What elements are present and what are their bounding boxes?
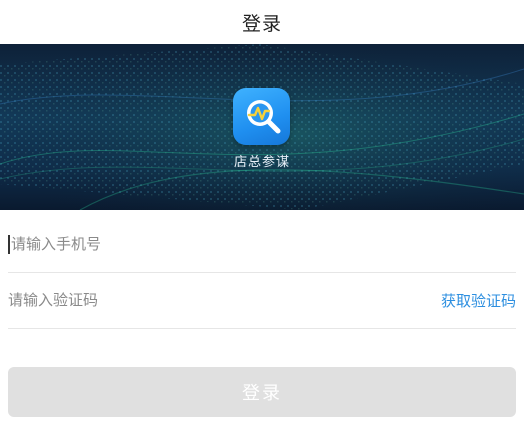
- nav-bar: 登录: [0, 0, 524, 44]
- page-title: 登录: [241, 12, 282, 35]
- login-button[interactable]: 登录: [8, 367, 516, 417]
- phone-input[interactable]: [11, 235, 516, 253]
- text-caret: [8, 234, 10, 254]
- login-page: 登录 店总参谋 请输入手机号 请输入验证码 获取验证码 登录: [0, 0, 524, 439]
- verification-code-field[interactable]: 获取验证码: [8, 272, 516, 329]
- app-logo-icon: [233, 88, 290, 145]
- app-name: 店总参谋: [233, 155, 290, 170]
- verification-code-input[interactable]: [8, 291, 441, 309]
- get-code-button[interactable]: 获取验证码: [441, 290, 516, 311]
- banner: 店总参谋: [0, 44, 524, 210]
- phone-field[interactable]: [8, 216, 516, 273]
